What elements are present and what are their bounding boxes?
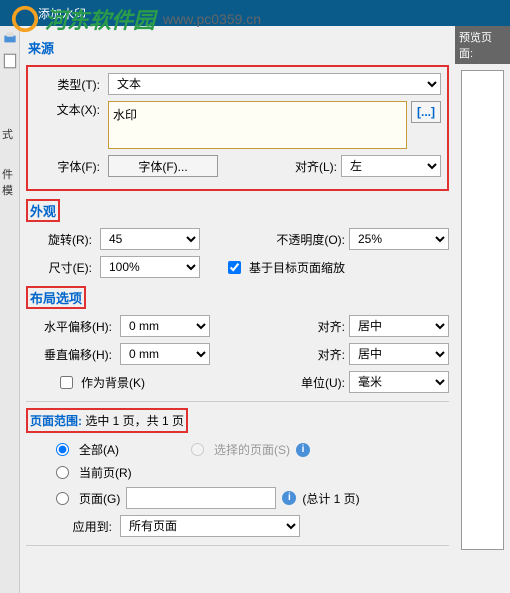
rotate-select[interactable]: 45 — [100, 228, 200, 250]
appearance-section: 外观 旋转(R): 45 不透明度(O): 25% 尺寸(E): 100% 基于… — [26, 199, 449, 278]
all-radio[interactable] — [56, 443, 69, 456]
pages-info-icon[interactable]: i — [282, 491, 296, 505]
pages-label: 页面(G) — [79, 490, 120, 507]
page-icon[interactable] — [1, 52, 19, 70]
type-label: 类型(T): — [34, 76, 104, 93]
valign-label: 对齐: — [318, 346, 345, 363]
halign-select[interactable]: 居中 — [349, 315, 449, 337]
scale-checkbox[interactable] — [228, 261, 241, 274]
hoffset-label: 水平偏移(H): — [26, 318, 116, 335]
source-group: 类型(T): 文本 文本(X): [...] 字体(F): 字体(F)... 对… — [26, 65, 449, 191]
text-label: 文本(X): — [34, 101, 104, 118]
left-toolbar: 式 件模 — [0, 26, 20, 593]
source-section: 来源 类型(T): 文本 文本(X): [...] 字体(F): 字体(F)..… — [26, 36, 449, 191]
site-url: www.pc0359.cn — [163, 11, 261, 27]
size-select[interactable]: 100% — [100, 256, 200, 278]
info-icon[interactable]: i — [296, 443, 310, 457]
voffset-input[interactable]: 0 mm — [120, 343, 210, 365]
range-title-rest: 选中 1 页，共 1 页 — [82, 414, 184, 428]
layout-section: 布局选项 水平偏移(H): 0 mm 对齐: 居中 垂直偏移(H): 0 mm … — [26, 286, 449, 393]
opacity-label: 不透明度(O): — [276, 231, 345, 248]
apply-select[interactable]: 所有页面 — [120, 515, 300, 537]
selected-label: 选择的页面(S) — [214, 441, 290, 458]
unit-label: 单位(U): — [301, 374, 345, 391]
all-label: 全部(A) — [79, 441, 119, 458]
opacity-select[interactable]: 25% — [349, 228, 449, 250]
current-radio[interactable] — [56, 466, 69, 479]
pages-input[interactable] — [126, 487, 276, 509]
background-checkbox[interactable] — [60, 376, 73, 389]
left-tab-1[interactable]: 式 — [2, 126, 13, 142]
left-tab-2[interactable]: 件模 — [2, 166, 19, 198]
font-label: 字体(F): — [34, 158, 104, 175]
site-logo-icon — [10, 4, 40, 34]
align-label: 对齐(L): — [295, 158, 337, 175]
text-input[interactable] — [108, 101, 407, 149]
scale-label: 基于目标页面缩放 — [249, 259, 345, 276]
valign-select[interactable]: 居中 — [349, 343, 449, 365]
appearance-title: 外观 — [28, 202, 58, 221]
source-title: 来源 — [26, 36, 449, 59]
rotate-label: 旋转(R): — [26, 231, 96, 248]
pages-radio[interactable] — [56, 492, 69, 505]
font-button[interactable]: 字体(F)... — [108, 155, 218, 177]
main-panel: 来源 类型(T): 文本 文本(X): [...] 字体(F): 字体(F)..… — [20, 26, 455, 593]
preview-panel: 预览页面: — [455, 26, 510, 593]
watermark-overlay: 河东软件园 www.pc0359.cn — [0, 0, 510, 38]
background-label: 作为背景(K) — [81, 374, 145, 391]
size-label: 尺寸(E): — [26, 259, 96, 276]
unit-select[interactable]: 毫米 — [349, 371, 449, 393]
range-title-prefix: 页面范围: — [30, 414, 82, 428]
range-section: 页面范围: 选中 1 页，共 1 页 全部(A) 选择的页面(S) i 当前页(… — [26, 408, 449, 537]
voffset-label: 垂直偏移(H): — [26, 346, 116, 363]
apply-label: 应用到: — [26, 518, 116, 535]
selected-radio — [191, 443, 204, 456]
align-select[interactable]: 左 — [341, 155, 441, 177]
site-name: 河东软件园 — [45, 3, 155, 35]
halign-label: 对齐: — [318, 318, 345, 335]
current-label: 当前页(R) — [79, 464, 132, 481]
total-label: (总计 1 页) — [302, 490, 359, 507]
layout-title: 布局选项 — [28, 289, 84, 308]
type-select[interactable]: 文本 — [108, 73, 441, 95]
preview-page — [461, 70, 504, 550]
text-browse-button[interactable]: [...] — [411, 101, 441, 123]
hoffset-input[interactable]: 0 mm — [120, 315, 210, 337]
